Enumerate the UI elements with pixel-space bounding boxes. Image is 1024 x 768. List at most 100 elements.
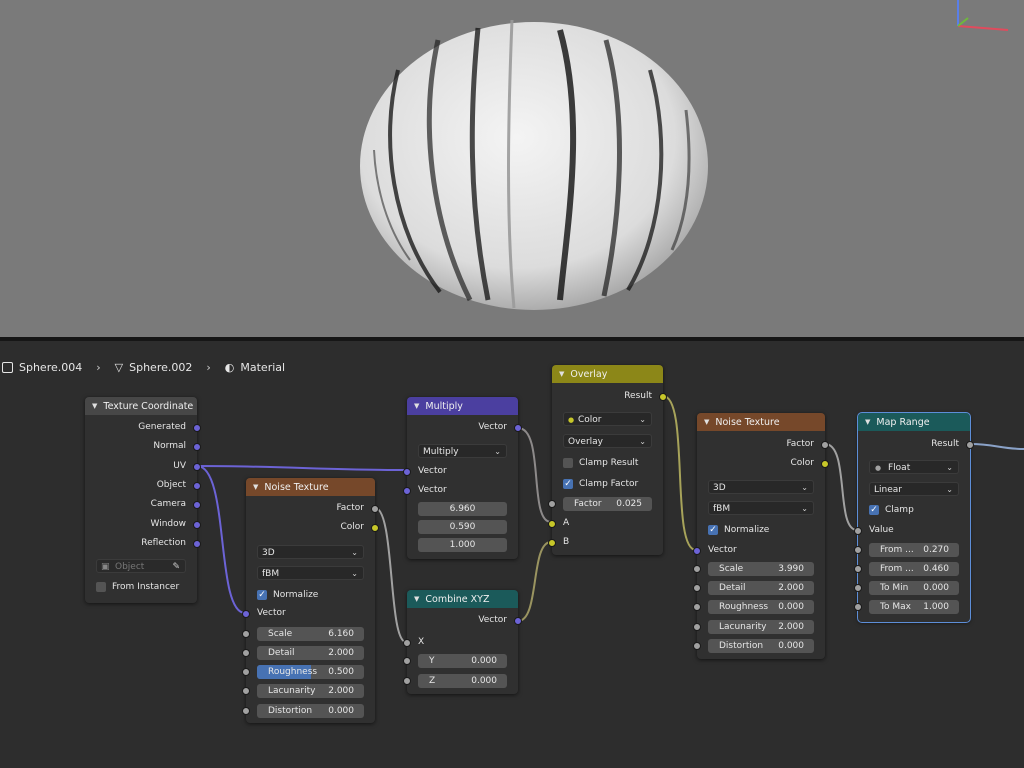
- output-socket[interactable]: [193, 521, 201, 529]
- shader-node-editor[interactable]: Sphere.004 › ▽ Sphere.002 › ◐ Material ▼…: [0, 341, 1024, 768]
- z-field[interactable]: Z 0.000: [403, 674, 507, 688]
- normalize-checkbox[interactable]: ✓ Normalize: [257, 588, 318, 602]
- breadcrumb-mesh[interactable]: ▽ Sphere.002: [115, 361, 193, 374]
- pumpkin-mesh[interactable]: [360, 19, 708, 310]
- input-socket[interactable]: [693, 603, 701, 611]
- node-combine-xyz[interactable]: ▼ Combine XYZ Vector X Y 0.000 Z 0.000: [403, 590, 522, 694]
- output-socket[interactable]: [193, 501, 201, 509]
- input-socket[interactable]: [403, 677, 411, 685]
- node-header[interactable]: ▼ Multiply: [407, 397, 518, 415]
- blend-mode-dropdown[interactable]: Overlay ⌄: [563, 434, 652, 448]
- input-socket[interactable]: [242, 707, 250, 715]
- input-socket[interactable]: [242, 668, 250, 676]
- input-socket[interactable]: [854, 527, 862, 535]
- operation-dropdown[interactable]: Multiply ⌄: [418, 444, 507, 458]
- scale-field[interactable]: Scale 3.990: [693, 562, 814, 576]
- collapse-arrow-icon[interactable]: ▼: [704, 418, 709, 426]
- clamp-factor-checkbox[interactable]: ✓ Clamp Factor: [563, 477, 638, 491]
- input-socket[interactable]: [693, 584, 701, 592]
- input-socket[interactable]: [693, 547, 701, 555]
- input-socket[interactable]: [242, 649, 250, 657]
- clamp-result-checkbox[interactable]: Clamp Result: [563, 456, 638, 470]
- node-overlay[interactable]: ▼ Overlay Result Color ● ⌄ Overlay ⌄ Clamp R…: [548, 365, 667, 555]
- dimension-dropdown[interactable]: 3D ⌄: [708, 480, 814, 494]
- from-min-field[interactable]: From ... 0.270: [854, 543, 959, 557]
- output-socket[interactable]: [514, 617, 522, 625]
- roughness-field[interactable]: Roughness 0.500: [242, 665, 364, 679]
- input-socket[interactable]: [242, 630, 250, 638]
- output-socket[interactable]: [193, 540, 201, 548]
- output-socket[interactable]: [193, 443, 201, 451]
- object-field[interactable]: ▣ Object ✎: [96, 559, 186, 573]
- vector-y-field[interactable]: 0.590: [418, 520, 507, 534]
- checkbox-checked[interactable]: ✓: [257, 590, 267, 600]
- input-socket[interactable]: [693, 642, 701, 650]
- distortion-field[interactable]: Distortion 0.000: [693, 639, 814, 653]
- checkbox-checked[interactable]: ✓: [869, 505, 879, 515]
- input-socket[interactable]: [403, 468, 411, 476]
- node-map-range[interactable]: ▼ Map Range Result Float ● ⌄ Linear ⌄ ✓ Clamp…: [854, 412, 974, 623]
- noise-type-dropdown[interactable]: fBM ⌄: [257, 566, 364, 580]
- noise-type-dropdown[interactable]: fBM ⌄: [708, 501, 814, 515]
- node-header[interactable]: ▼ Overlay: [552, 365, 663, 383]
- node-texture-coordinate[interactable]: ▼ Texture Coordinate Generated Normal UV …: [85, 397, 201, 603]
- lacunarity-field[interactable]: Lacunarity 2.000: [242, 684, 364, 698]
- node-header[interactable]: ▼ Map Range: [858, 413, 970, 431]
- input-socket[interactable]: [403, 657, 411, 665]
- input-socket[interactable]: [854, 565, 862, 573]
- node-multiply[interactable]: ▼ Multiply Vector Multiply ⌄ Vector Vector…: [403, 397, 522, 559]
- data-type-dropdown[interactable]: Float ● ⌄: [869, 460, 959, 474]
- output-socket[interactable]: [371, 505, 379, 513]
- output-socket[interactable]: [659, 393, 667, 401]
- eyedropper-icon[interactable]: ✎: [172, 560, 180, 574]
- node-header[interactable]: ▼ Combine XYZ: [407, 590, 518, 608]
- detail-field[interactable]: Detail 2.000: [693, 581, 814, 595]
- vector-z-field[interactable]: 1.000: [418, 538, 507, 552]
- checkbox-checked[interactable]: ✓: [708, 525, 718, 535]
- distortion-field[interactable]: Distortion 0.000: [242, 704, 364, 718]
- axis-gizmo-icon[interactable]: [952, 0, 1012, 34]
- from-max-field[interactable]: From ... 0.460: [854, 562, 959, 576]
- from-instancer-checkbox[interactable]: From Instancer: [96, 580, 179, 594]
- breadcrumb-object[interactable]: Sphere.004: [0, 361, 82, 374]
- output-socket[interactable]: [371, 524, 379, 532]
- input-socket[interactable]: [548, 500, 556, 508]
- checkbox-box[interactable]: [563, 458, 573, 468]
- factor-field[interactable]: Factor 0.025: [548, 497, 652, 511]
- scale-field[interactable]: Scale 6.160: [242, 627, 364, 641]
- lacunarity-field[interactable]: Lacunarity 2.000: [693, 620, 814, 634]
- normalize-checkbox[interactable]: ✓ Normalize: [708, 523, 769, 537]
- output-socket[interactable]: [193, 424, 201, 432]
- detail-field[interactable]: Detail 2.000: [242, 646, 364, 660]
- node-header[interactable]: ▼ Texture Coordinate: [85, 397, 197, 415]
- vector-x-field[interactable]: 6.960: [418, 502, 507, 516]
- node-noise-texture-1[interactable]: ▼ Noise Texture Factor Color 3D ⌄ fBM ⌄ ✓ No…: [242, 478, 379, 723]
- 3d-viewport[interactable]: [0, 0, 1024, 337]
- input-socket[interactable]: [403, 487, 411, 495]
- output-socket[interactable]: [966, 441, 974, 449]
- to-min-field[interactable]: To Min 0.000: [854, 581, 959, 595]
- y-field[interactable]: Y 0.000: [403, 654, 507, 668]
- collapse-arrow-icon[interactable]: ▼: [253, 483, 258, 491]
- checkbox-checked[interactable]: ✓: [563, 479, 573, 489]
- collapse-arrow-icon[interactable]: ▼: [865, 418, 870, 426]
- input-socket[interactable]: [693, 565, 701, 573]
- collapse-arrow-icon[interactable]: ▼: [414, 595, 419, 603]
- input-socket[interactable]: [403, 639, 411, 647]
- output-socket[interactable]: [821, 441, 829, 449]
- collapse-arrow-icon[interactable]: ▼: [559, 370, 564, 378]
- to-max-field[interactable]: To Max 1.000: [854, 600, 959, 614]
- output-socket[interactable]: [193, 482, 201, 490]
- node-noise-texture-2[interactable]: ▼ Noise Texture Factor Color 3D ⌄ fBM ⌄ ✓ No…: [693, 413, 829, 659]
- node-header[interactable]: ▼ Noise Texture: [246, 478, 375, 496]
- checkbox-box[interactable]: [96, 582, 106, 592]
- roughness-field[interactable]: Roughness 0.000: [693, 600, 814, 614]
- input-socket[interactable]: [854, 584, 862, 592]
- input-socket[interactable]: [242, 687, 250, 695]
- output-socket[interactable]: [193, 463, 201, 471]
- interpolation-dropdown[interactable]: Linear ⌄: [869, 482, 959, 496]
- collapse-arrow-icon[interactable]: ▼: [414, 402, 419, 410]
- dimension-dropdown[interactable]: 3D ⌄: [257, 545, 364, 559]
- input-socket[interactable]: [854, 546, 862, 554]
- data-type-dropdown[interactable]: Color ● ⌄: [563, 412, 652, 426]
